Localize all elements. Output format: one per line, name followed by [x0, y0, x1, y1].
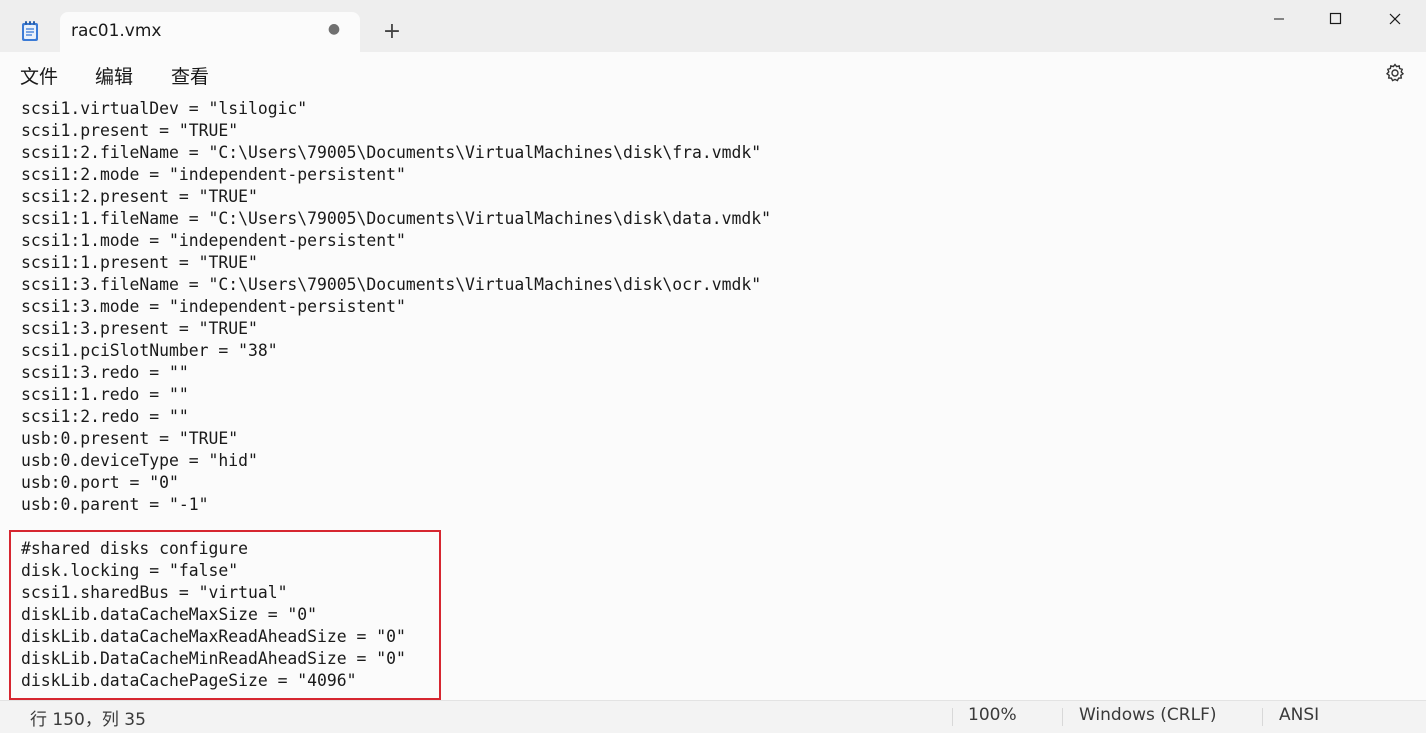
code-line: scsi1:1.present = "TRUE": [21, 253, 258, 272]
code-line: scsi1:3.present = "TRUE": [21, 319, 258, 338]
title-bar: rac01.vmx ● +: [0, 0, 1426, 52]
tab-rac01[interactable]: rac01.vmx ●: [60, 12, 360, 52]
encoding[interactable]: ANSI: [1279, 705, 1319, 725]
code-line: scsi1:2.fileName = "C:\Users\79005\Docum…: [21, 143, 762, 162]
menu-file[interactable]: 文件: [20, 62, 58, 89]
code-line: usb:0.port = "0": [21, 473, 179, 492]
status-divider: [1262, 708, 1263, 726]
code-line: scsi1:1.fileName = "C:\Users\79005\Docum…: [21, 209, 771, 228]
close-dot-icon[interactable]: ●: [326, 21, 342, 37]
status-divider: [1062, 708, 1063, 726]
close-icon[interactable]: [1372, 6, 1418, 34]
status-divider: [952, 708, 953, 726]
code-line: scsi1:2.mode = "independent-persistent": [21, 165, 406, 184]
minimize-icon[interactable]: [1256, 6, 1302, 34]
code-line: scsi1:2.redo = "": [21, 407, 189, 426]
code-line: scsi1:1.mode = "independent-persistent": [21, 231, 406, 250]
menu-view[interactable]: 查看: [171, 62, 209, 89]
maximize-icon[interactable]: [1312, 6, 1358, 34]
code-line: scsi1.present = "TRUE": [21, 121, 239, 140]
cursor-position: 行 150，列 35: [30, 710, 146, 730]
code-line: scsi1:2.present = "TRUE": [21, 187, 258, 206]
highlight-annotation-box: [9, 530, 441, 700]
text-editor[interactable]: scsi1.virtualDev = "lsilogic" scsi1.prese…: [0, 96, 1426, 700]
code-line: scsi1:3.mode = "independent-persistent": [21, 297, 406, 316]
code-line: scsi1.pciSlotNumber = "38": [21, 341, 278, 360]
code-line: scsi1:1.redo = "": [21, 385, 189, 404]
gear-icon[interactable]: [1384, 62, 1406, 84]
code-line: usb:0.present = "TRUE": [21, 429, 239, 448]
code-line: usb:0.deviceType = "hid": [21, 451, 258, 470]
notepad-icon: [22, 21, 38, 41]
code-line: usb:0.parent = "-1": [21, 495, 209, 514]
menu-bar: 文件 编辑 查看: [0, 52, 1426, 96]
plus-icon[interactable]: +: [382, 20, 402, 44]
line-ending[interactable]: Windows (CRLF): [1079, 705, 1217, 725]
code-line: scsi1.virtualDev = "lsilogic": [21, 99, 308, 118]
tab-title: rac01.vmx: [71, 21, 162, 41]
status-bar: 行 150，列 35 100% Windows (CRLF) ANSI: [0, 700, 1426, 733]
menu-edit[interactable]: 编辑: [95, 62, 133, 89]
zoom-level[interactable]: 100%: [968, 705, 1017, 725]
code-line: scsi1:3.fileName = "C:\Users\79005\Docum…: [21, 275, 762, 294]
code-line: scsi1:3.redo = "": [21, 363, 189, 382]
